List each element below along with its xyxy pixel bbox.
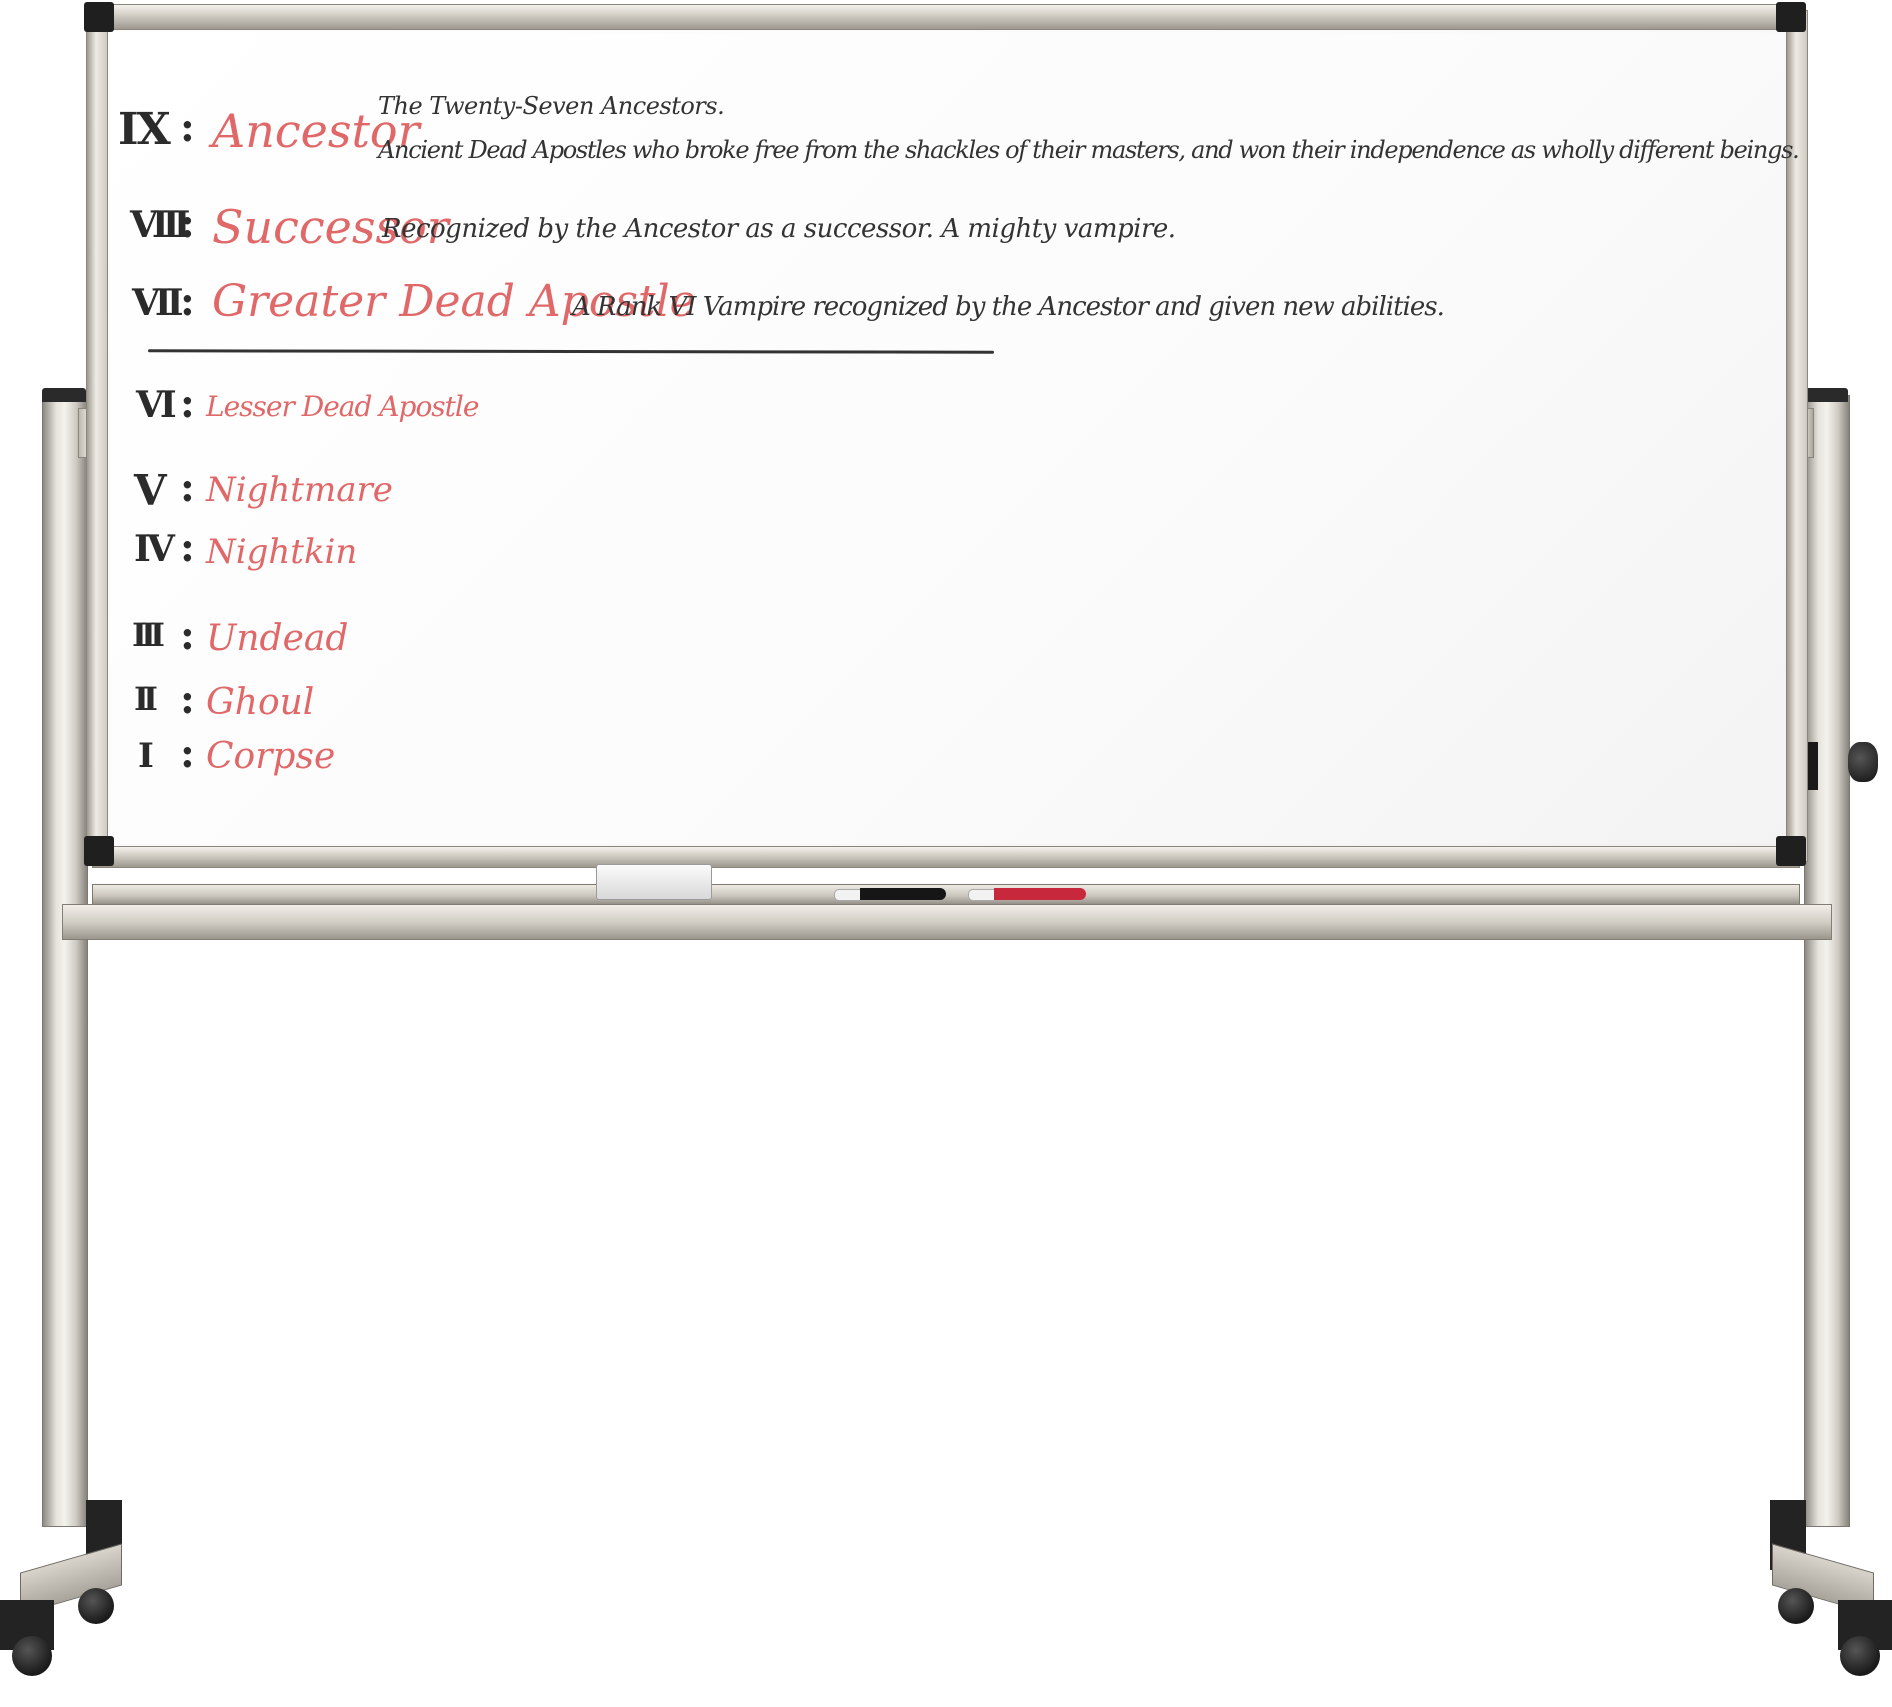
rank-numeral: III: [132, 616, 165, 654]
caster-wheel-icon: [78, 1588, 114, 1624]
frame-corner-bottom-right: [1776, 836, 1806, 866]
rank-colon: :: [180, 380, 195, 427]
rank-numeral: VII: [132, 282, 184, 324]
frame-corner-top-left: [84, 2, 114, 32]
red-marker-icon[interactable]: [968, 888, 1086, 901]
stand-crossbar: [62, 904, 1832, 940]
rank-colon: :: [180, 676, 195, 723]
rank-name-nightkin: Nightkin: [206, 532, 358, 572]
rank-description: A Rank VI Vampire recognized by the Ance…: [572, 292, 1445, 322]
rank-description: Ancient Dead Apostles who broke free fro…: [378, 136, 1800, 164]
rank-numeral: V: [134, 466, 167, 515]
eraser-icon[interactable]: [596, 864, 712, 900]
rank-colon: :: [180, 278, 195, 325]
frame-corner-bottom-left: [84, 836, 114, 866]
right-stand-leg: [1804, 395, 1850, 1527]
rank-name-corpse: Corpse: [206, 736, 336, 777]
board-frame-left: [86, 10, 108, 862]
rank-numeral: IX: [118, 104, 171, 155]
right-leg-cap: [1804, 388, 1848, 402]
marker-tray: [92, 884, 1800, 906]
board-frame-top: [92, 4, 1800, 30]
board-frame-bottom: [92, 846, 1800, 868]
left-leg-cap: [42, 388, 86, 402]
rank-name-lesser-dead-apostle: Lesser Dead Apostle: [206, 390, 479, 423]
left-stand-leg: [42, 395, 88, 1527]
rank-colon: :: [180, 730, 195, 777]
frame-corner-top-right: [1776, 2, 1806, 32]
rank-numeral: VI: [136, 384, 177, 426]
rank-colon: :: [180, 464, 195, 511]
rank-numeral: VIII: [130, 204, 191, 246]
rank-name-nightmare: Nightmare: [206, 470, 393, 510]
rank-name-undead: Undead: [206, 618, 349, 659]
rank-colon: :: [180, 612, 195, 659]
caster-wheel-icon: [1778, 1588, 1814, 1624]
caster-wheel-icon: [12, 1636, 52, 1676]
rank-colon: :: [180, 104, 195, 151]
rank-description: Recognized by the Ancestor as a successo…: [382, 214, 1176, 244]
rank-colon: :: [180, 200, 195, 247]
black-marker-icon[interactable]: [834, 888, 946, 901]
rank-numeral: I: [138, 736, 154, 776]
rank-colon: :: [180, 524, 195, 571]
rank-numeral: IV: [134, 528, 175, 570]
rank-name-ghoul: Ghoul: [206, 682, 315, 723]
rank-description: The Twenty-Seven Ancestors.: [378, 92, 725, 120]
rank-numeral: II: [134, 680, 158, 718]
caster-wheel-icon: [1840, 1636, 1880, 1676]
tilt-knob-icon[interactable]: [1848, 742, 1878, 782]
